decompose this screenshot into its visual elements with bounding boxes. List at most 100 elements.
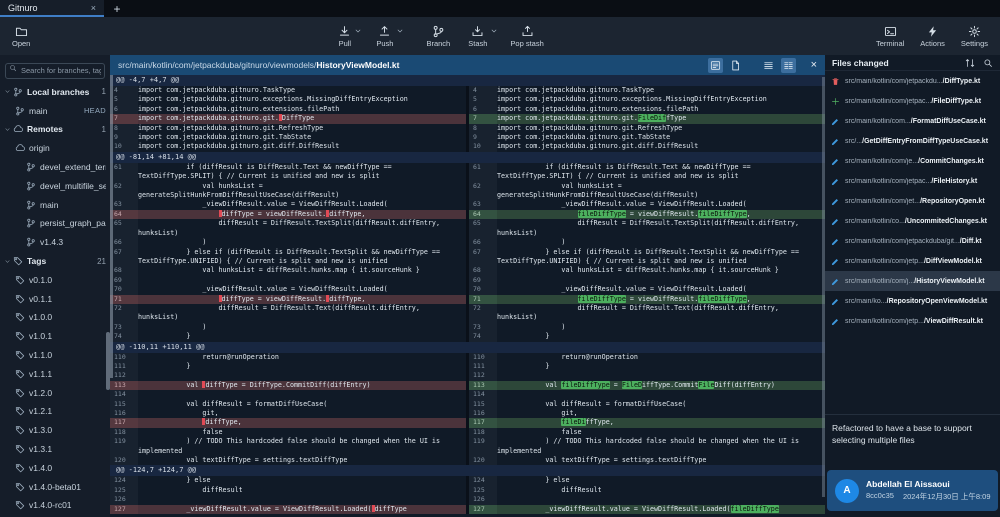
- diff-row[interactable]: 61 if (diffResult is DiffResult.Text && …: [110, 163, 825, 182]
- open-button[interactable]: Open: [12, 25, 30, 48]
- diff-right-scrollbar-thumb[interactable]: [822, 77, 825, 497]
- sidebar-item-v1-4-0-rc01[interactable]: v1.4.0-rc01: [0, 496, 110, 515]
- sidebar-item-v1-3-1[interactable]: v1.3.1: [0, 440, 110, 459]
- unified-lines-view-icon[interactable]: [761, 58, 776, 73]
- terminal-button[interactable]: Terminal: [876, 25, 904, 48]
- diff-row[interactable]: 62 val hunksList = generateSplitHunkFrom…: [110, 182, 825, 201]
- search-icon[interactable]: [983, 58, 993, 68]
- diff-row[interactable]: 72 diffResult = DiffResult.Text(diffResu…: [110, 304, 825, 323]
- split-view-icon[interactable]: [781, 58, 796, 73]
- diff-row[interactable]: 120 val textDiffType = settings.textDiff…: [110, 456, 825, 465]
- sidebar-item-main[interactable]: mainHEAD: [0, 101, 110, 120]
- file-changed-row[interactable]: src/main/kotlin/com.../FormatDiffUseCase…: [825, 111, 1000, 131]
- branch-button[interactable]: Branch: [426, 25, 450, 48]
- diff-row[interactable]: 65 diffResult = DiffResult.TextSplit(dif…: [110, 219, 825, 238]
- file-changed-row[interactable]: src/main/kotlin/com/jetpac.../FileDiffTy…: [825, 91, 1000, 111]
- diff-row[interactable]: 8import com.jetpackduba.gitnuro.git.Refr…: [110, 124, 825, 133]
- diff-row[interactable]: 67 } else if (diffResult is DiffResult.T…: [110, 248, 825, 267]
- file-changed-row[interactable]: src/main/kotlin/com/jet.../RepositoryOpe…: [825, 191, 1000, 211]
- sidebar-item-main[interactable]: main: [0, 195, 110, 214]
- diff-row[interactable]: 114114: [110, 390, 825, 399]
- file-changed-row[interactable]: src/main/kotlin/com/jetpackdu.../DiffTyp…: [825, 71, 1000, 91]
- diff-row[interactable]: 71 diffType = viewDiffResult.diffType,71…: [110, 295, 825, 304]
- diff-row[interactable]: 113 val diffType = DiffType.CommitDiff(d…: [110, 381, 825, 390]
- diff-left-scrollbar-thumb[interactable]: [110, 75, 113, 378]
- stash-button[interactable]: Stash: [468, 25, 487, 48]
- sidebar-item-v1-4-3[interactable]: v1.4.3: [0, 233, 110, 252]
- sidebar-item-persist-graph-paddin[interactable]: persist_graph_paddin: [0, 214, 110, 233]
- close-diff-icon[interactable]: ×: [811, 60, 817, 71]
- sidebar-item-v1-4-0-beta01[interactable]: v1.4.0-beta01: [0, 477, 110, 496]
- file-changed-row[interactable]: src/main/kotlin/com/jetpackduba/git.../D…: [825, 231, 1000, 251]
- commit-author-card[interactable]: A Abdellah El Aissaoui 8cc0c35 2024年12月3…: [827, 470, 998, 511]
- sidebar-item-tags[interactable]: Tags21: [0, 252, 110, 271]
- sidebar-item-v1-4-0[interactable]: v1.4.0: [0, 458, 110, 477]
- diff-row[interactable]: 73 )73 ): [110, 323, 825, 332]
- diff-row[interactable]: 116 git,116 git,: [110, 409, 825, 418]
- diff-row[interactable]: 110 return@runOperation110 return@runOpe…: [110, 353, 825, 362]
- diff-row[interactable]: 6969: [110, 276, 825, 285]
- diff-row[interactable]: 10import com.jetpackduba.gitnuro.git.dif…: [110, 142, 825, 151]
- diff-row[interactable]: 70 _viewDiffResult.value = ViewDiffResul…: [110, 285, 825, 294]
- diff-row[interactable]: 118 false118 false: [110, 428, 825, 437]
- diff-row[interactable]: 111 }111 }: [110, 362, 825, 371]
- sidebar-item-v1-1-0[interactable]: v1.1.0: [0, 346, 110, 365]
- sidebar-item-remotes[interactable]: Remotes1: [0, 120, 110, 139]
- sidebar-item-v0-1-0[interactable]: v0.1.0: [0, 270, 110, 289]
- actions-button[interactable]: Actions: [920, 25, 945, 48]
- diff-row[interactable]: 63 _viewDiffResult.value = ViewDiffResul…: [110, 200, 825, 209]
- close-tab-icon[interactable]: ×: [91, 3, 96, 13]
- sidebar-item-v0-1-1[interactable]: v0.1.1: [0, 289, 110, 308]
- sidebar-item-v1-2-1[interactable]: v1.2.1: [0, 402, 110, 421]
- diff-row[interactable]: 124 } else124 } else: [110, 476, 825, 485]
- chevron-down-icon[interactable]: [4, 126, 11, 133]
- diff-row[interactable]: 127 _viewDiffResult.value = ViewDiffResu…: [110, 505, 825, 514]
- diff-row[interactable]: 74 }74 }: [110, 332, 825, 341]
- pull-dropdown-icon[interactable]: [354, 27, 362, 35]
- chevron-down-icon[interactable]: [4, 258, 11, 265]
- sidebar-item-v1-1-1[interactable]: v1.1.1: [0, 364, 110, 383]
- sidebar-item-devel-extend-termina[interactable]: devel_extend_termina: [0, 158, 110, 177]
- file-changed-row[interactable]: src/main/kotlin/co.../UncommitedChanges.…: [825, 211, 1000, 231]
- diff-row[interactable]: 4import com.jetpackduba.gitnuro.TaskType…: [110, 86, 825, 95]
- diff-row[interactable]: 125 diffResult125 diffResult: [110, 486, 825, 495]
- sidebar-item-devel-multifile-selectio[interactable]: devel_multifile_selectio: [0, 176, 110, 195]
- unified-diff-view-icon[interactable]: [708, 58, 723, 73]
- tab-gitnuro[interactable]: Gitnuro ×: [0, 0, 104, 17]
- diff-row[interactable]: 112112: [110, 371, 825, 380]
- sidebar-item-local-branches[interactable]: Local branches1: [0, 83, 110, 102]
- chevron-down-icon[interactable]: [4, 88, 11, 95]
- diff-row[interactable]: 66 )66 ): [110, 238, 825, 247]
- branch-search-input[interactable]: [5, 63, 105, 79]
- toggle-paths-icon[interactable]: [965, 58, 975, 68]
- diff-row[interactable]: 115 val diffResult = formatDiffUseCase(1…: [110, 400, 825, 409]
- new-tab-button[interactable]: +: [104, 0, 130, 17]
- file-changed-row[interactable]: src/main/kotlin/com/jetp.../ViewDiffResu…: [825, 311, 1000, 331]
- diff-row[interactable]: 9import com.jetpackduba.gitnuro.git.TabS…: [110, 133, 825, 142]
- stash-dropdown-icon[interactable]: [490, 27, 498, 35]
- sidebar-item-origin[interactable]: origin: [0, 139, 110, 158]
- settings-button[interactable]: Settings: [961, 25, 988, 48]
- file-changed-row[interactable]: src/main/ko.../RepositoryOpenViewModel.k…: [825, 291, 1000, 311]
- file-changed-row[interactable]: src/main/kotlin/com/j.../HistoryViewMode…: [825, 271, 1000, 291]
- file-changed-row[interactable]: src/.../GetDiffEntryFromDiffTypeUseCase.…: [825, 131, 1000, 151]
- diff-row[interactable]: 126126: [110, 495, 825, 504]
- diff-row[interactable]: 119 ) // TODO This hardcoded false shoul…: [110, 437, 825, 456]
- diff-row[interactable]: 68 val hunksList = diffResult.hunks.map …: [110, 266, 825, 275]
- file-changed-row[interactable]: src/main/kotlin/com/jetp.../DiffViewMode…: [825, 251, 1000, 271]
- push-button[interactable]: Push: [376, 25, 393, 48]
- sidebar-item-v1-3-0[interactable]: v1.3.0: [0, 421, 110, 440]
- diff-row[interactable]: 5import com.jetpackduba.gitnuro.exceptio…: [110, 95, 825, 104]
- sidebar-item-v1-0-1[interactable]: v1.0.1: [0, 327, 110, 346]
- diff-row[interactable]: 6import com.jetpackduba.gitnuro.extensio…: [110, 105, 825, 114]
- file-changed-row[interactable]: src/main/kotlin/com/jetpac.../FileHistor…: [825, 171, 1000, 191]
- file-changed-row[interactable]: src/main/kotlin/com/je.../CommitChanges.…: [825, 151, 1000, 171]
- pull-button[interactable]: Pull: [338, 25, 351, 48]
- pop-stash-button[interactable]: Pop stash: [510, 25, 543, 48]
- full-file-view-icon[interactable]: [728, 58, 743, 73]
- diff-row[interactable]: 64 diffType = viewDiffResult.diffType,64…: [110, 210, 825, 219]
- diff-row[interactable]: 7import com.jetpackduba.gitnuro.git.Diff…: [110, 114, 825, 123]
- diff-row[interactable]: 117 diffType,117 fileDiffType,: [110, 418, 825, 427]
- sidebar-item-v1-0-0[interactable]: v1.0.0: [0, 308, 110, 327]
- sidebar-item-v1-2-0[interactable]: v1.2.0: [0, 383, 110, 402]
